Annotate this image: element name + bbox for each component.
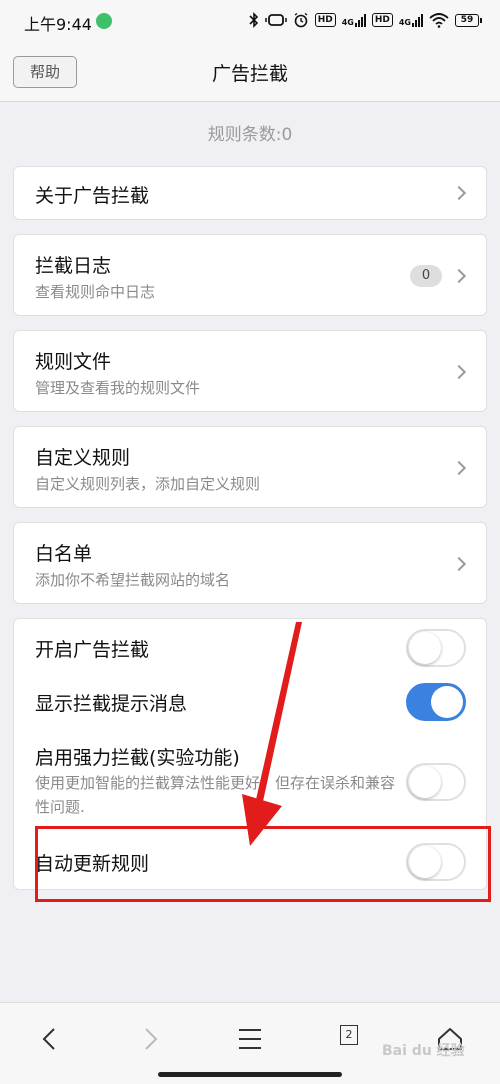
status-bar: 上午9:44 HD 4G HD 4G 59 [0,0,500,40]
wifi-icon [429,13,449,28]
chevron-right-icon [451,364,467,380]
whitelist-item[interactable]: 白名单 添加你不希望拦截网站的域名 [13,522,487,604]
page-title: 广告拦截 [211,63,288,85]
rule-files-subtitle: 管理及查看我的规则文件 [35,379,201,397]
chevron-right-icon [451,556,467,572]
chevron-right-icon [451,185,467,201]
alarm-icon [294,12,308,28]
forward-icon[interactable] [130,1019,170,1059]
custom-rules-subtitle: 自定义规则列表，添加自定义规则 [35,475,261,493]
show-tips-toggle[interactable] [406,683,466,721]
network-type: 4G [399,13,423,27]
log-count-badge: 0 [410,265,442,287]
back-icon[interactable] [30,1019,70,1059]
wechat-notification-icon [96,13,112,29]
custom-rules-item[interactable]: 自定义规则 自定义规则列表，添加自定义规则 [13,426,487,508]
annotation-highlight-box [35,826,491,902]
whitelist-label: 白名单 [35,543,93,565]
about-adblock-label: 关于广告拦截 [35,185,150,207]
show-tips-label: 显示拦截提示消息 [35,693,188,715]
strong-block-label: 启用强力拦截(实验功能) [35,747,240,769]
block-log-label: 拦截日志 [35,255,112,277]
home-indicator[interactable] [158,1072,342,1077]
menu-icon[interactable] [230,1019,270,1059]
chevron-right-icon [451,268,467,284]
signal-icon [412,13,423,27]
block-log-item[interactable]: 拦截日志 查看规则命中日志 0 [13,234,487,316]
rule-files-label: 规则文件 [35,351,112,373]
rule-files-item[interactable]: 规则文件 管理及查看我的规则文件 [13,330,487,412]
enable-adblock-label: 开启广告拦截 [35,639,150,661]
chevron-right-icon [451,460,467,476]
hd-badge: HD [314,13,336,27]
vibrate-icon [264,14,287,26]
custom-rules-label: 自定义规则 [35,447,131,469]
network-type: 4G [342,13,366,27]
strong-block-desc: 使用更加智能的拦截算法性能更好，但存在误杀和兼容性问题. [35,774,396,816]
status-icons: HD 4G HD 4G 59 [249,10,482,30]
status-time: 上午9:44 [24,15,92,34]
strong-block-toggle[interactable] [406,763,466,801]
tabs-icon[interactable]: 2 [340,1025,358,1045]
nav-bar: 帮助 广告拦截 [0,40,500,102]
block-log-subtitle: 查看规则命中日志 [35,283,156,301]
whitelist-subtitle: 添加你不希望拦截网站的域名 [35,571,231,589]
hd-badge: HD [371,13,393,27]
about-adblock-item[interactable]: 关于广告拦截 [13,166,487,220]
rule-count: 规则条数:0 [207,125,293,145]
bluetooth-icon [249,12,258,28]
battery-icon: 59 [455,13,482,27]
signal-icon [354,13,366,27]
watermark: Bai du 经验 [382,1043,465,1059]
enable-adblock-toggle[interactable] [406,629,466,667]
